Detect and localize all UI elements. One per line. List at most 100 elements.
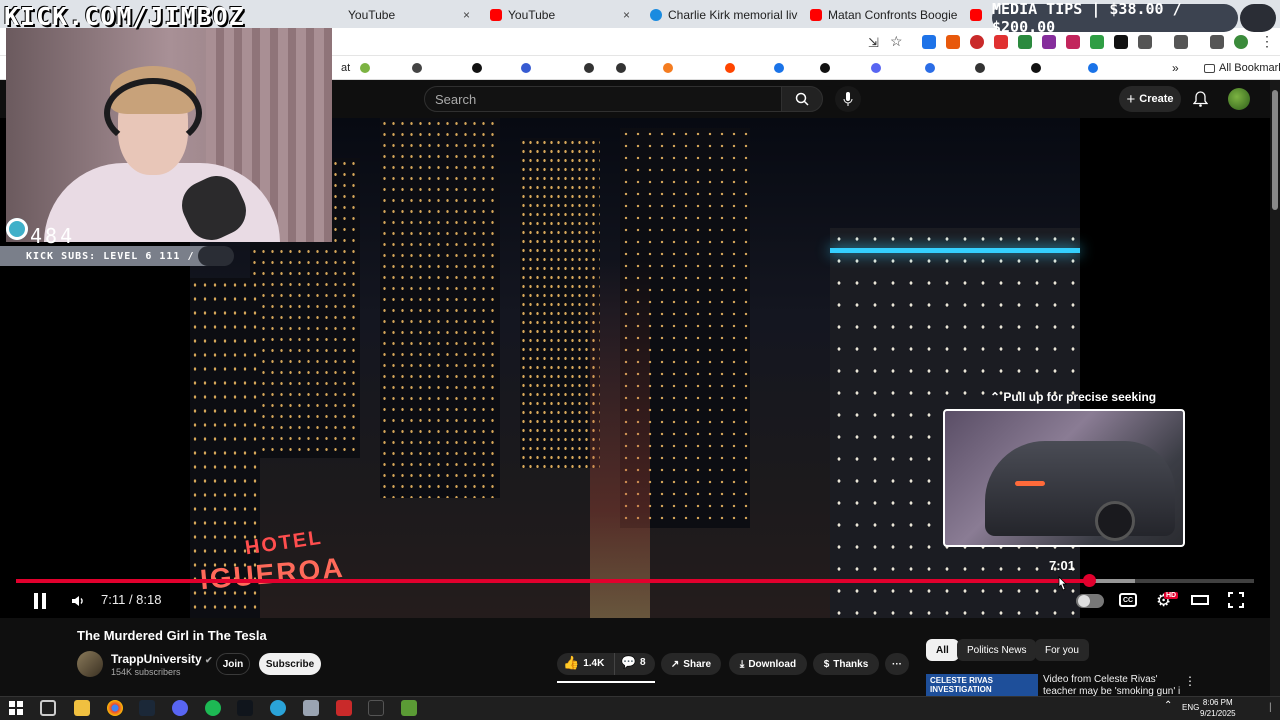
ublock-icon[interactable] xyxy=(970,35,984,49)
microphone-icon xyxy=(843,92,853,106)
tab-label: Charlie Kirk memorial live upda xyxy=(668,8,798,22)
file-explorer-icon[interactable] xyxy=(74,700,90,716)
extensions-puzzle-icon[interactable] xyxy=(1138,35,1152,49)
bookmark-favicon-icon xyxy=(1031,63,1041,73)
browser-tab[interactable]: Matan Confronts Boogie2988 f × xyxy=(802,4,958,26)
extension-icon[interactable] xyxy=(946,35,960,49)
x-extension-icon[interactable] xyxy=(1114,35,1128,49)
tab-close-icon[interactable]: × xyxy=(623,8,630,22)
channel-avatar[interactable] xyxy=(77,651,103,677)
discord-icon[interactable] xyxy=(172,700,188,716)
profile-avatar-icon[interactable] xyxy=(1234,35,1248,49)
search-button[interactable] xyxy=(781,86,823,112)
download-label: Download xyxy=(748,658,797,670)
channel-name[interactable]: TrappUniversity ✔ xyxy=(111,652,213,666)
extension-icon[interactable] xyxy=(1018,35,1032,49)
seek-preview-thumbnail xyxy=(943,409,1185,547)
terminal-icon[interactable] xyxy=(237,700,253,716)
all-bookmarks-button[interactable]: All Bookmarks xyxy=(1204,60,1280,76)
more-actions-button[interactable]: ··· xyxy=(885,653,909,675)
thumbs-up-icon: 👍 xyxy=(563,655,580,670)
bookmark-favicon-icon xyxy=(584,63,594,73)
language-indicator[interactable]: ENG xyxy=(1182,703,1199,712)
browser-menu-icon[interactable]: ⋮ xyxy=(1260,33,1274,50)
bookmarks-overflow-icon[interactable]: » xyxy=(1172,60,1179,76)
next-video-thumbnail[interactable]: CELESTE RIVAS INVESTIGATION xyxy=(926,674,1038,696)
next-video-title[interactable]: Video from Celeste Rivas' teacher may be… xyxy=(1043,674,1183,698)
chip-politics-news[interactable]: Politics News xyxy=(957,639,1037,661)
telegram-icon[interactable] xyxy=(270,700,286,716)
time-display: 7:11 / 8:18 xyxy=(101,592,162,607)
channel-name-label: TrappUniversity xyxy=(111,652,202,666)
tray-expand-icon[interactable]: ⌃ xyxy=(1164,700,1172,711)
extension-icon[interactable] xyxy=(922,35,936,49)
voice-search-button[interactable] xyxy=(835,86,861,112)
thanks-button[interactable]: $ Thanks xyxy=(813,653,879,675)
bookmark-item[interactable]: /x/ xyxy=(584,59,615,76)
extension-icon[interactable] xyxy=(1066,35,1080,49)
search-input[interactable]: Search xyxy=(424,86,782,112)
create-label: Create xyxy=(1139,93,1174,105)
browser-tab-active[interactable] xyxy=(962,4,990,26)
kick-logo-icon xyxy=(198,246,234,266)
fullscreen-icon[interactable] xyxy=(1228,592,1244,608)
browser-tab[interactable]: YouTube × xyxy=(340,4,478,26)
install-app-icon[interactable]: ⇲ xyxy=(868,35,879,51)
next-video-menu-icon[interactable]: ⋮ xyxy=(1184,674,1196,688)
clock-date: 9/21/2025 xyxy=(1200,709,1236,718)
autoplay-toggle[interactable] xyxy=(1076,594,1104,608)
browser-tab[interactable]: YouTube × xyxy=(482,4,638,26)
thanks-label: Thanks xyxy=(833,658,869,670)
viewer-count: 484 xyxy=(30,224,76,248)
steam-icon[interactable] xyxy=(139,700,155,716)
mouse-cursor-icon xyxy=(1058,576,1067,591)
subscribe-button[interactable]: Subscribe xyxy=(259,653,321,675)
like-button[interactable]: 👍 1.4K xyxy=(563,655,604,671)
scrollbar-thumb[interactable] xyxy=(1272,90,1278,210)
x-app-icon[interactable] xyxy=(368,700,384,716)
volume-icon[interactable] xyxy=(70,593,86,609)
webcam-overlay xyxy=(6,28,332,242)
chrome-icon[interactable] xyxy=(107,700,123,716)
extension-icon[interactable] xyxy=(1042,35,1056,49)
extension-icon[interactable] xyxy=(994,35,1008,49)
video-title: The Murdered Girl in The Tesla xyxy=(77,628,267,643)
notifications-bell-icon[interactable] xyxy=(1193,91,1208,107)
browser-tab[interactable]: Charlie Kirk memorial live upda × xyxy=(642,4,798,26)
chip-for-you[interactable]: For you xyxy=(1035,639,1089,661)
bookmark-favicon-icon xyxy=(472,63,482,73)
download-button[interactable]: ⤓ Download xyxy=(729,653,807,675)
subtitles-icon[interactable]: CC xyxy=(1119,593,1137,607)
app-icon[interactable] xyxy=(336,700,352,716)
account-avatar[interactable] xyxy=(1228,88,1250,110)
task-view-icon[interactable] xyxy=(40,700,56,716)
minecraft-icon[interactable] xyxy=(401,700,417,716)
tab-close-icon[interactable]: × xyxy=(463,8,470,22)
tab-label: YouTube xyxy=(508,8,556,22)
theater-mode-icon[interactable] xyxy=(1191,595,1209,605)
spotify-icon[interactable] xyxy=(205,700,221,716)
kick-url-banner: KICK.COM/JIMBOZ xyxy=(4,2,245,31)
bookmark-item[interactable]: Google Earth xyxy=(1088,59,1196,76)
bookmark-item[interactable]: at xyxy=(341,60,350,76)
app-icon[interactable] xyxy=(303,700,319,716)
pause-icon[interactable] xyxy=(32,592,48,610)
thanks-icon: $ xyxy=(823,658,830,670)
show-desktop-icon[interactable]: ▏ xyxy=(1270,703,1276,712)
sidebar-icon[interactable] xyxy=(1174,35,1188,49)
comments-button[interactable]: 💬 8 xyxy=(621,655,646,669)
media-tips-goal: MEDIA TIPS | $38.00 / $200.00 xyxy=(992,0,1238,36)
reading-list-icon[interactable] xyxy=(1210,35,1224,49)
windows-start-icon[interactable] xyxy=(9,701,23,715)
chevron-up-icon: ⌃ xyxy=(990,390,1001,404)
share-button[interactable]: ↗ Share xyxy=(661,653,721,675)
extension-icon[interactable] xyxy=(1090,35,1104,49)
bookmark-favicon-icon xyxy=(820,63,830,73)
bookmark-star-icon[interactable]: ☆ xyxy=(890,33,903,50)
scrubber-handle[interactable] xyxy=(1083,574,1097,587)
bookmark-favicon-icon xyxy=(412,63,422,73)
chip-all[interactable]: All xyxy=(926,639,959,661)
system-clock[interactable]: 8:06 PM 9/21/2025 xyxy=(1200,697,1236,719)
join-button[interactable]: Join xyxy=(216,653,250,675)
create-button[interactable]: + Create xyxy=(1119,86,1181,112)
